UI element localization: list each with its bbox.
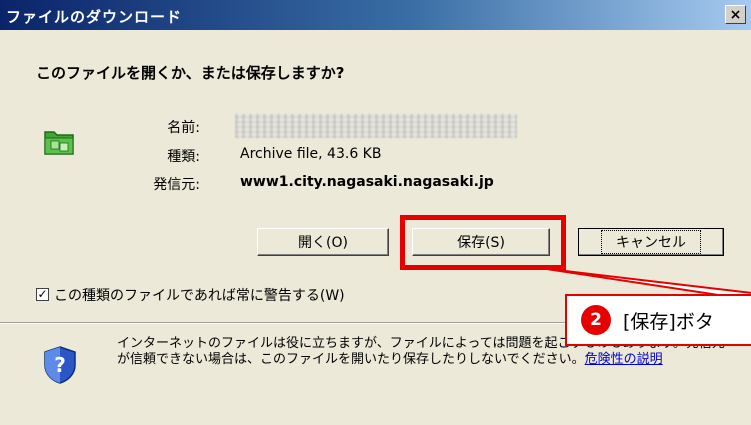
open-button-label: 開く(O) (298, 235, 348, 251)
file-name-value-obscured (235, 114, 517, 138)
title-bar[interactable]: ファイルのダウンロード × (0, 0, 751, 30)
file-type-value: Archive file, 43.6 KB (240, 146, 382, 162)
svg-text:?: ? (54, 353, 66, 377)
folder-archive-icon (44, 131, 74, 155)
annotation-step-number: 2 (581, 305, 611, 335)
file-source-label: 発信元: (153, 177, 200, 193)
cancel-button-label: キャンセル (601, 230, 701, 254)
annotation-callout: 2 [保存]ボタ (565, 294, 751, 346)
warn-checkbox-label[interactable]: この種類のファイルであれば常に警告する(W) (54, 285, 345, 305)
open-button[interactable]: 開く(O) (257, 228, 389, 256)
file-type-label: 種類: (167, 149, 200, 165)
cancel-button[interactable]: キャンセル (578, 228, 724, 256)
file-name-label: 名前: (167, 120, 200, 136)
close-button[interactable]: × (725, 5, 746, 24)
save-button-highlight (400, 215, 566, 270)
file-download-dialog: ファイルのダウンロード × このファイルを開くか、または保存しますか? 名前: … (0, 0, 751, 425)
risk-explanation-link[interactable]: 危険性の説明 (585, 352, 663, 367)
file-source-value: www1.city.nagasaki.nagasaki.jp (240, 174, 494, 190)
warn-checkbox[interactable]: ✓ (36, 288, 49, 301)
close-icon: × (729, 6, 742, 23)
shield-question-icon: ? (44, 346, 76, 384)
annotation-text: [保存]ボタ (623, 311, 714, 333)
dialog-title: ファイルのダウンロード (6, 8, 183, 26)
download-question: このファイルを開くか、または保存しますか? (36, 64, 345, 82)
